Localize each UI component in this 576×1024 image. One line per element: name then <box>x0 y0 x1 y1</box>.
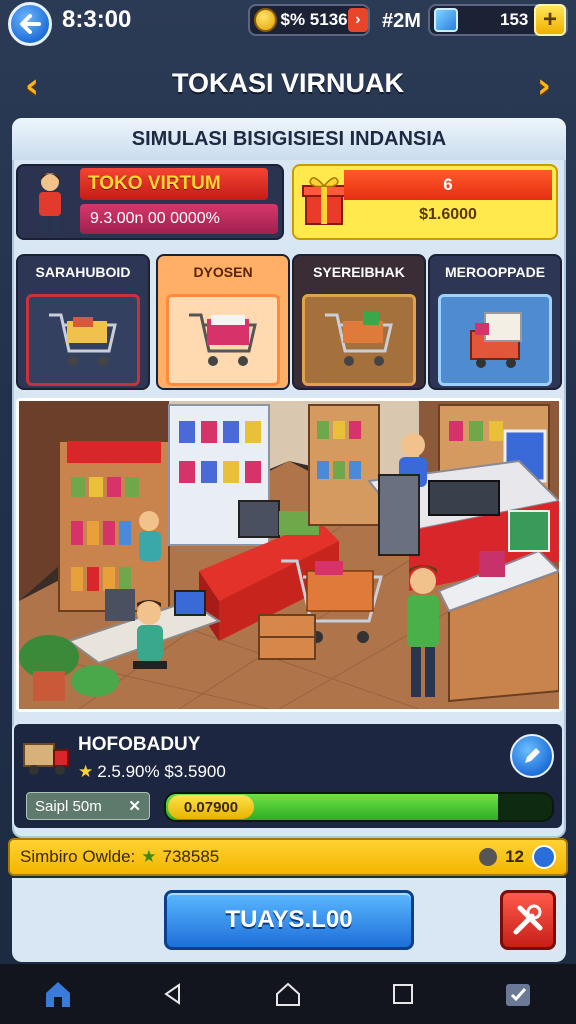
sap-timer-pill[interactable]: Saipl 50m ✕ <box>26 792 150 820</box>
checklist-icon <box>506 984 531 1006</box>
category-label: MEROOPPADE <box>444 264 546 280</box>
shopkeeper-avatar <box>26 168 74 236</box>
clock-icon <box>479 848 498 866</box>
category-label: SARAHUBOID <box>35 264 131 280</box>
info-bar-count: 12 <box>505 847 524 866</box>
category-tile-2[interactable]: DYOSEN <box>156 254 290 390</box>
delivery-box-icon <box>438 294 552 386</box>
coin-counter: $% 5136 › <box>248 4 370 36</box>
store-name-label: TOKO VIRTUM <box>80 168 268 200</box>
arrow-left-icon <box>20 14 41 34</box>
star-icon: ★ <box>141 847 157 866</box>
info-circle-button[interactable] <box>532 845 556 869</box>
category-tile-1[interactable]: SARAHUBOID <box>16 254 150 390</box>
nav-back-button[interactable] <box>153 974 193 1014</box>
upgrade-action-button[interactable] <box>510 734 554 778</box>
back-button[interactable] <box>8 2 52 46</box>
shopping-cart-icon <box>26 294 140 386</box>
energy-value: 153 <box>500 10 529 29</box>
nav-recents-button[interactable] <box>383 974 423 1014</box>
store-stats: 9.3.00n 00 0000% <box>80 204 278 234</box>
shopping-cart-icon <box>166 294 280 386</box>
info-bar: Simbiro Owlde: ★ 738585 12 <box>8 838 568 876</box>
energy-counter: 153 + <box>428 4 568 36</box>
gem-icon <box>434 8 458 32</box>
clock-time: 8:3:00 <box>62 6 132 33</box>
store-scene-illustration <box>16 398 562 712</box>
gift-box-icon <box>300 170 348 230</box>
system-nav-bar <box>0 964 576 1024</box>
shopping-cart-icon <box>302 294 416 386</box>
main-action-button[interactable]: TUAYS.L00 <box>164 890 414 950</box>
tasks-tab[interactable] <box>498 974 538 1014</box>
info-bar-label: Simbiro Owlde: <box>20 847 136 866</box>
upgrade-title: HOFOBADUY <box>78 734 201 755</box>
home-outline-icon <box>275 982 300 1006</box>
nav-home-button[interactable] <box>268 974 308 1014</box>
coin-add-button[interactable]: › <box>347 8 368 32</box>
tools-button[interactable] <box>500 890 556 950</box>
progress-value-label: 0.07900 <box>168 795 254 819</box>
sap-label: Saipl 50m <box>35 797 102 815</box>
category-tile-4[interactable]: MEROOPPADE <box>428 254 562 390</box>
add-energy-button[interactable]: + <box>534 4 566 36</box>
home-tab[interactable] <box>38 974 78 1014</box>
square-icon <box>393 984 414 1004</box>
star-icon: ★ <box>78 762 94 781</box>
pencil-icon <box>525 748 540 763</box>
category-label: DYOSEN <box>193 264 253 280</box>
subtitle-banner: SIMULASI BISIGISIESI INDANSIA <box>12 118 566 160</box>
triangle-back-icon <box>164 983 180 1005</box>
category-label: SYEREIBHAK <box>313 264 405 280</box>
reward-price: $1.6000 <box>419 206 477 223</box>
close-icon: ✕ <box>128 798 141 815</box>
gems-value: #2M <box>382 10 421 32</box>
coin-icon <box>254 8 277 32</box>
coin-value: $% 5136 <box>280 10 348 29</box>
wrench-icon <box>513 904 543 935</box>
upgrade-details: ★ 2.5.90% $3.5900 <box>78 762 226 782</box>
upgrade-details-text: 2.5.90% $3.5900 <box>97 762 226 781</box>
category-tile-3[interactable]: SYEREIBHAK <box>292 254 426 390</box>
reward-amount: 6 <box>344 170 552 200</box>
house-icon <box>45 982 70 1007</box>
delivery-truck-icon <box>20 730 74 780</box>
next-arrow-button[interactable]: › <box>526 66 562 106</box>
info-bar-value: 738585 <box>162 847 220 866</box>
page-title: TOKASI VIRNUAK <box>171 68 405 98</box>
